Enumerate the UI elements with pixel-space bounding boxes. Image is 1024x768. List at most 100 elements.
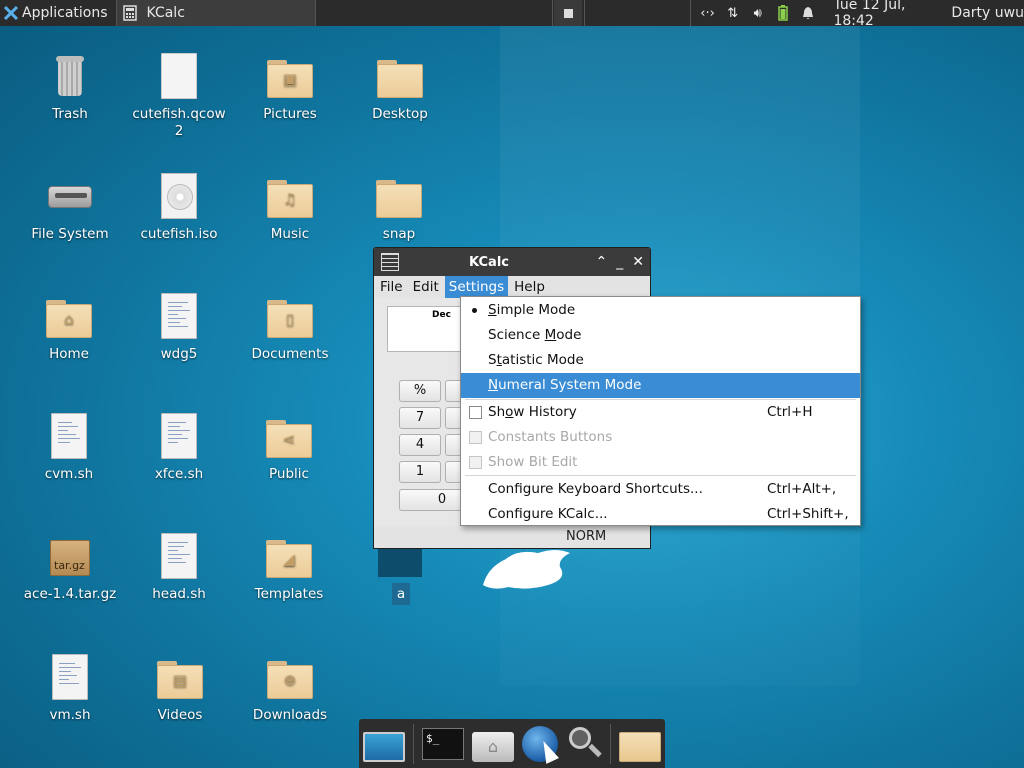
selected-icon-label[interactable]: a — [392, 583, 410, 605]
desktop-icon-wdg5[interactable]: wdg5 — [124, 292, 234, 363]
shade-button[interactable]: ⌃ — [596, 254, 608, 270]
archive-badge: tar.gz — [54, 559, 85, 572]
desktop-icon-vm-sh[interactable]: vm.sh — [15, 653, 125, 724]
menu-item-shortcut: Ctrl+Shift+, — [767, 506, 849, 522]
search-icon[interactable] — [566, 724, 602, 764]
icon-label: head.sh — [152, 586, 206, 602]
menu-help[interactable]: Help — [510, 276, 549, 298]
folder-icon — [376, 52, 424, 100]
menu-item-numeral-system-mode[interactable]: Numeral System Mode — [461, 373, 860, 398]
desktop-icon-cutefish-iso[interactable]: cutefish.iso — [124, 172, 234, 243]
menu-item-show-history[interactable]: Show History Ctrl+H — [461, 400, 860, 425]
workspace-icon — [563, 8, 573, 18]
clock[interactable]: Tue 12 Jul, 18:42 — [833, 0, 931, 29]
menu-file[interactable]: File — [376, 276, 407, 298]
desktop-icon-home[interactable]: ⌂ Home — [14, 292, 124, 363]
menu-item-label: Statistic Mode — [488, 352, 584, 368]
menu-item-label: Show Bit Edit — [488, 454, 578, 470]
desktop-icon-head-sh[interactable]: head.sh — [124, 532, 234, 603]
desktop-icon-a-selected[interactable] — [378, 545, 422, 577]
desktop-icon-templates[interactable]: ◢ Templates — [234, 532, 344, 603]
menu-edit[interactable]: Edit — [409, 276, 443, 298]
menu-item-label: Simple Mode — [488, 302, 576, 318]
icon-label: Documents — [251, 346, 329, 362]
kcalc-menubar: File Edit Settings Help — [374, 276, 650, 298]
script-file-icon — [45, 412, 93, 460]
icon-label: Pictures — [263, 106, 317, 122]
icon-label-line: cutefish.qcow — [132, 106, 226, 122]
desktop-icon-ace-archive[interactable]: tar.gz ace-1.4.tar.gz — [15, 532, 125, 603]
icon-label: Templates — [254, 586, 324, 602]
icon-label: Downloads — [252, 707, 328, 723]
desktop-icon-videos[interactable]: ▤ Videos — [125, 653, 235, 724]
key-percent[interactable]: % — [399, 380, 441, 402]
trash-icon — [46, 52, 94, 100]
volume-icon[interactable]: 🔊︎ — [750, 4, 765, 22]
dock-separator — [610, 723, 611, 764]
desktop-icon-trash[interactable]: Trash — [15, 52, 125, 123]
user-menu[interactable]: Darty uwu — [951, 5, 1024, 21]
checkbox-icon — [469, 456, 482, 469]
menu-item-show-bit-edit: Show Bit Edit — [461, 450, 860, 475]
menu-item-science-mode[interactable]: Science Mode — [461, 323, 860, 348]
menu-item-configure-kcalc[interactable]: Configure KCalc... Ctrl+Shift+, — [461, 502, 860, 527]
desktop-icon-downloads[interactable]: ⊕ Downloads — [235, 653, 345, 724]
xfce-logo-icon — [4, 6, 18, 20]
script-file-icon — [155, 412, 203, 460]
kcalc-titlebar[interactable]: KCalc ⌃ _ ✕ — [374, 248, 650, 276]
menu-settings[interactable]: Settings — [444, 276, 509, 298]
monitor-icon[interactable] — [363, 731, 405, 762]
script-file-icon — [46, 653, 94, 701]
menu-item-label: Numeral System Mode — [488, 377, 642, 393]
notification-bell-icon[interactable] — [800, 4, 815, 22]
icon-label: cvm.sh — [44, 466, 94, 482]
network-transfer-icon[interactable]: ⇅ — [725, 4, 740, 22]
folder-templates-icon: ◢ — [265, 532, 313, 580]
applications-label: Applications — [22, 5, 108, 21]
radio-selected-icon — [472, 308, 477, 313]
workspace-switcher[interactable] — [554, 0, 582, 26]
desktop-icon-public[interactable]: ⋖ Public — [234, 412, 344, 483]
key-7[interactable]: 7 — [399, 407, 441, 429]
folder-home-icon: ⌂ — [45, 292, 93, 340]
menu-item-simple-mode[interactable]: Simple Mode — [461, 298, 860, 323]
archive-icon: tar.gz — [46, 532, 94, 580]
calculator-icon — [122, 5, 137, 21]
script-file-icon — [155, 532, 203, 580]
desktop-icon-documents[interactable]: ▯ Documents — [235, 292, 345, 363]
folder-videos-icon: ▤ — [156, 653, 204, 701]
minimize-button[interactable]: _ — [616, 254, 623, 270]
desktop-icon-xfce-sh[interactable]: xfce.sh — [124, 412, 234, 483]
checkbox-icon — [469, 406, 482, 419]
panel-separator — [690, 0, 691, 26]
folder-icon[interactable] — [619, 731, 661, 762]
home-icon[interactable]: ⌂ — [472, 731, 514, 762]
icon-label: cutefish.qcow 2 — [124, 106, 234, 140]
icon-label: Music — [270, 226, 310, 242]
menu-item-configure-shortcuts[interactable]: Configure Keyboard Shortcuts... Ctrl+Alt… — [461, 477, 860, 502]
close-button[interactable]: ✕ — [632, 254, 644, 270]
icon-label: Desktop — [372, 106, 428, 122]
folder-public-icon: ⋖ — [265, 412, 313, 460]
key-1[interactable]: 1 — [399, 461, 441, 483]
desktop-icon-pictures[interactable]: ▣ Pictures — [235, 52, 345, 123]
menu-item-statistic-mode[interactable]: Statistic Mode — [461, 348, 860, 373]
taskbar-kcalc-button[interactable]: KCalc — [115, 0, 316, 26]
network-arrows-icon[interactable]: ‹·› — [700, 4, 715, 22]
desktop-icon-desktop[interactable]: Desktop — [345, 52, 455, 123]
icon-label: snap — [382, 226, 416, 242]
desktop-icon-file-system[interactable]: File System — [15, 172, 125, 243]
menu-item-label: Constants Buttons — [488, 429, 613, 445]
menu-item-label: Science Mode — [488, 327, 582, 343]
battery-icon[interactable] — [775, 4, 790, 22]
terminal-icon[interactable]: $_ — [422, 727, 464, 760]
key-4[interactable]: 4 — [399, 434, 441, 456]
desktop-icon-snap[interactable]: snap — [344, 172, 454, 243]
icon-label: vm.sh — [49, 707, 91, 723]
desktop-icon-music[interactable]: ♫ Music — [235, 172, 345, 243]
desktop-icon-cutefish-qcow2[interactable]: cutefish.qcow 2 — [124, 52, 234, 140]
desktop-icon-cvm-sh[interactable]: cvm.sh — [14, 412, 124, 483]
icon-label: cutefish.iso — [140, 226, 218, 242]
icon-label: Trash — [52, 106, 88, 122]
applications-menu[interactable]: Applications — [0, 0, 112, 26]
